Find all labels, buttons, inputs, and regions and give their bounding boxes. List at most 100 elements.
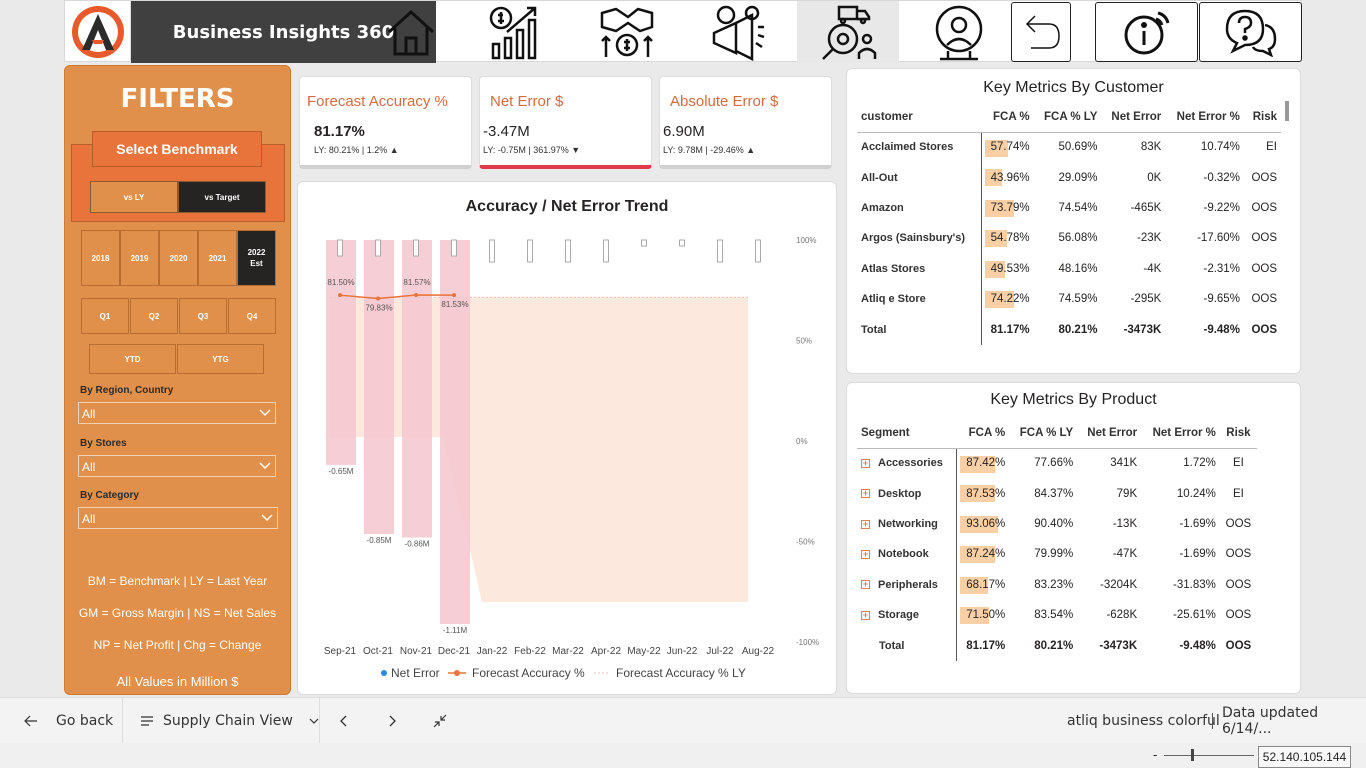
expand-icon[interactable]: +	[861, 549, 870, 559]
table-row[interactable]: + Storage 71.50% 83.54% -628K -25.61% OOS	[857, 599, 1257, 631]
zoom-out-button[interactable]: -	[1153, 747, 1157, 762]
home-nav-button[interactable]	[373, 1, 449, 63]
column-header[interactable]: Segment	[857, 418, 957, 449]
row-label: Atliq e Store	[861, 293, 926, 306]
table-cell: 71.50%	[956, 599, 1010, 631]
table-cell: 74.59%	[1058, 293, 1098, 306]
sales-nav-button[interactable]	[589, 1, 665, 63]
expand-icon[interactable]: +	[861, 459, 870, 469]
supply-chain-nav-button[interactable]	[797, 1, 899, 63]
column-header[interactable]: Net Error	[1077, 418, 1142, 449]
legend-accuracy-dot	[454, 670, 460, 676]
column-header[interactable]: customer	[857, 102, 982, 133]
column-header[interactable]: FCA % LY	[1033, 102, 1102, 133]
abbrev-note-2: GM = Gross Margin | NS = Net Sales	[78, 606, 277, 620]
vs-target-button[interactable]: vs Target	[178, 181, 266, 213]
table-cell: 74.54%	[1058, 201, 1098, 214]
exit-fullscreen-button[interactable]	[433, 698, 447, 744]
stores-dropdown-value: All	[82, 460, 96, 474]
forecast-accuracy-point	[376, 296, 380, 301]
legend-net-error: Net Error	[391, 666, 440, 680]
y-axis-tick-label: -50%	[796, 538, 815, 547]
table-row[interactable]: All-Out 43.96% 29.09% 0K -0.32% OOS	[857, 162, 1281, 193]
year-2022-est-button[interactable]: 2022 Est	[237, 230, 276, 286]
column-header[interactable]: Risk	[1219, 418, 1257, 449]
ytg-button[interactable]: YTG	[177, 344, 264, 374]
table-row[interactable]: Atliq e Store 74.22% 74.59% -295K -9.65% OOS	[857, 283, 1281, 315]
zoom-slider-handle[interactable]	[1191, 749, 1194, 761]
quarter-q3-button[interactable]: Q3	[179, 298, 227, 334]
net-error-bar	[364, 240, 394, 535]
column-header[interactable]: Risk	[1243, 102, 1281, 133]
table-row[interactable]: + Notebook 87.24% 79.99% -47K -1.69% OOS	[857, 539, 1257, 570]
year-2020-button[interactable]: 2020	[159, 230, 198, 286]
vs-ly-button[interactable]: vs LY	[90, 181, 178, 213]
table-cell: 1.72%	[1183, 457, 1216, 470]
global-executive-icon	[935, 5, 983, 61]
row-label: Amazon	[861, 201, 904, 214]
chevron-down-icon	[261, 514, 273, 522]
year-2019-button[interactable]: 2019	[120, 230, 159, 286]
info-nav-button[interactable]	[1095, 2, 1198, 62]
quarter-q4-button[interactable]: Q4	[228, 298, 276, 334]
table-cell: 49.53%	[980, 253, 1034, 284]
expand-icon[interactable]: +	[861, 519, 870, 529]
total-cell: -3473K	[1123, 323, 1162, 336]
status-bar: -	[0, 743, 1366, 768]
go-back-button[interactable]: Go back	[24, 698, 113, 744]
customer-metrics-panel: Key Metrics By Customer customer FCA % FCA…	[846, 68, 1301, 374]
previous-page-button[interactable]	[338, 698, 350, 744]
chevron-left-icon	[340, 715, 347, 727]
category-dropdown[interactable]: All	[78, 507, 278, 529]
column-header[interactable]: FCA %	[981, 102, 1034, 133]
table-cell: OOS	[1251, 171, 1277, 184]
column-header[interactable]: Net Error %	[1141, 418, 1220, 449]
table-row[interactable]: Amazon 73.79% 74.54% -465K -9.22% OOS	[857, 192, 1281, 224]
table-row[interactable]: + Networking 93.06% 90.40% -13K -1.69% OOS	[857, 508, 1257, 540]
quarter-q1-button[interactable]: Q1	[81, 298, 129, 334]
zoom-slider-track[interactable]	[1164, 755, 1254, 756]
table-cell: 87.24%	[956, 539, 1010, 570]
legend-forecast-accuracy: Forecast Accuracy %	[472, 666, 585, 680]
table-cell: 87.42%	[956, 448, 1010, 479]
column-header[interactable]: Net Error	[1101, 102, 1166, 133]
marketing-nav-button[interactable]	[699, 1, 775, 63]
year-2021-button[interactable]: 2021	[198, 230, 237, 286]
quarter-q2-button[interactable]: Q2	[130, 298, 178, 334]
kpi-subtext: LY: -0.75M | 361.97% ▼	[483, 145, 581, 155]
executive-nav-button[interactable]	[921, 1, 997, 63]
help-nav-button[interactable]	[1199, 2, 1302, 62]
stores-dropdown[interactable]: All	[78, 455, 276, 477]
finance-nav-button[interactable]	[477, 1, 553, 63]
column-header[interactable]: FCA %	[956, 418, 1010, 449]
column-header[interactable]: FCA % LY	[1009, 418, 1078, 449]
expand-icon[interactable]: +	[861, 489, 870, 499]
table-row[interactable]: Argos (Sainsbury's) 54.78% 56.08% -23K -17.6…	[857, 223, 1281, 254]
expand-icon[interactable]: +	[861, 610, 870, 620]
table-row[interactable]: + Accessories 87.42% 77.66% 341K 1.72% EI	[857, 448, 1257, 479]
page-selector[interactable]: Supply Chain View	[140, 698, 319, 744]
row-label: + Peripherals	[861, 578, 938, 591]
table-row[interactable]: + Peripherals 68.17% 83.23% -3204K -31.83% OOS	[857, 569, 1257, 600]
table-cell: 83.54%	[1034, 609, 1074, 622]
row-label: + Storage	[861, 609, 919, 622]
back-nav-button[interactable]	[1011, 2, 1071, 62]
table-scrollbar[interactable]	[1285, 101, 1289, 121]
ytd-button[interactable]: YTD	[89, 344, 176, 374]
next-page-button[interactable]	[386, 698, 398, 744]
table-cell: -465K	[1130, 201, 1162, 214]
table-row[interactable]: Atlas Stores 49.53% 48.16% -4K -2.31% OOS	[857, 253, 1281, 284]
table-cell: 0K	[1147, 171, 1162, 184]
table-cell: 73.79%	[980, 192, 1034, 224]
table-row[interactable]: + Desktop 87.53% 84.37% 79K 10.24% EI	[857, 478, 1257, 509]
year-2018-button[interactable]: 2018	[81, 230, 120, 286]
region-dropdown[interactable]: All	[78, 402, 276, 424]
table-cell: OOS	[1251, 201, 1277, 214]
expand-icon[interactable]: +	[861, 580, 870, 590]
x-axis-tick-label: Mar-22	[552, 646, 584, 657]
table-cell: -23K	[1136, 232, 1162, 245]
table-header-row: customer FCA % FCA % LY Net Error Net Error …	[857, 102, 1281, 133]
marker-cap	[717, 239, 723, 263]
column-header[interactable]: Net Error %	[1165, 102, 1244, 133]
table-row[interactable]: Acclaimed Stores 57.74% 50.69% 83K 10.74% EI	[857, 132, 1281, 163]
